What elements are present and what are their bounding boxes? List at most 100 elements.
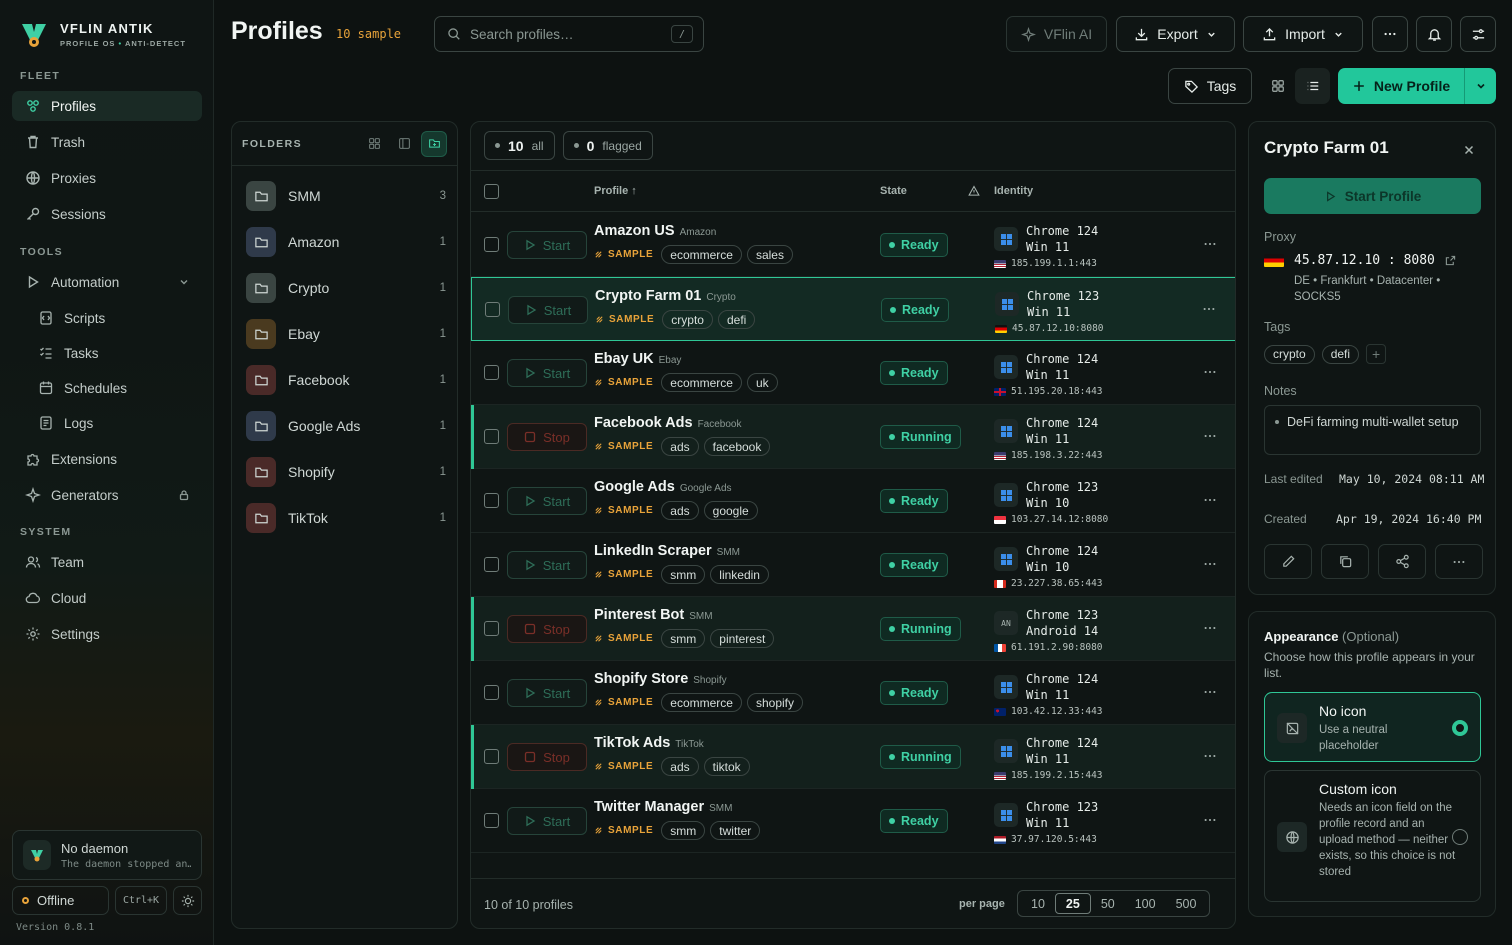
nav-settings[interactable]: Settings	[12, 619, 202, 649]
table-row[interactable]: Start Ebay UK Ebay SAMPLE ecommerce uk Ready Ch…	[471, 341, 1235, 405]
search-input[interactable]: Search profiles… /	[434, 16, 704, 52]
custom-icon-option[interactable]: Custom icon Needs an icon field on the p…	[1264, 770, 1481, 902]
row-menu-icon[interactable]	[1203, 813, 1217, 827]
share-button[interactable]	[1378, 544, 1426, 579]
nav-team[interactable]: Team	[12, 547, 202, 577]
profile-name[interactable]: Pinterest Bot SMM	[594, 607, 713, 623]
collapse-panel-button[interactable]	[391, 131, 417, 157]
proxy-value[interactable]: 45.87.12.10 : 8080	[1264, 253, 1456, 268]
nav-automation[interactable]: Automation	[12, 267, 202, 297]
export-button[interactable]: Export	[1116, 16, 1235, 52]
profile-name[interactable]: Facebook Ads Facebook	[594, 415, 742, 431]
table-row[interactable]: Stop Facebook Ads Facebook SAMPLE ads faceboo…	[471, 405, 1235, 469]
profile-tag[interactable]: smm	[661, 565, 706, 584]
nav-scripts[interactable]: Scripts	[12, 303, 202, 333]
row-menu-icon[interactable]	[1203, 365, 1217, 379]
folder-item[interactable]: Ebay 1	[246, 317, 446, 351]
start-button[interactable]: Start	[507, 487, 587, 515]
profile-name[interactable]: Shopify Store Shopify	[594, 671, 727, 687]
per-page-option[interactable]: 25	[1054, 893, 1091, 914]
brand[interactable]: VFLIN ANTIK PROFILE OS • ANTI-DETECT	[18, 18, 186, 50]
profile-name[interactable]: Ebay UK Ebay	[594, 351, 681, 367]
detail-tag[interactable]: defi	[1321, 344, 1360, 364]
more-actions-button[interactable]	[1435, 544, 1483, 579]
stop-button[interactable]: Stop	[507, 743, 587, 771]
edit-button[interactable]	[1264, 544, 1312, 579]
import-button[interactable]: Import	[1243, 16, 1363, 52]
filter-all-chip[interactable]: 10 all	[484, 131, 555, 160]
profile-tag[interactable]: linkedin	[710, 565, 769, 584]
profile-tag[interactable]: shopify	[746, 693, 803, 712]
nav-trash[interactable]: Trash	[12, 127, 202, 157]
custom-icon-radio[interactable]	[1452, 829, 1468, 845]
nav-profiles[interactable]: Profiles	[12, 91, 202, 121]
table-row[interactable]: Stop TikTok Ads TikTok SAMPLE ads tiktok Runni…	[471, 725, 1235, 789]
row-checkbox[interactable]	[484, 749, 499, 764]
profile-name[interactable]: Twitter Manager SMM	[594, 799, 732, 815]
theme-toggle-button[interactable]	[173, 886, 202, 915]
filters-button[interactable]	[1460, 16, 1496, 52]
profile-name[interactable]: Crypto Farm 01 Crypto	[595, 288, 736, 304]
table-row[interactable]: Start Crypto Farm 01 Crypto SAMPLE crypto def…	[471, 277, 1235, 341]
profile-tag[interactable]: ecommerce	[661, 245, 742, 264]
close-icon[interactable]	[1463, 144, 1475, 156]
start-profile-button[interactable]: Start Profile	[1264, 178, 1481, 214]
nav-cloud[interactable]: Cloud	[12, 583, 202, 613]
profile-tag[interactable]: smm	[661, 629, 706, 648]
row-menu-icon[interactable]	[1203, 237, 1217, 251]
select-all-checkbox[interactable]	[484, 184, 499, 199]
start-button[interactable]: Start	[507, 231, 587, 259]
list-view-button[interactable]	[1295, 68, 1330, 104]
profile-tag[interactable]: defi	[717, 310, 756, 329]
nav-generators[interactable]: Generators	[12, 480, 202, 510]
column-identity[interactable]: Identity	[994, 185, 1033, 197]
profile-tag[interactable]: ecommerce	[661, 373, 742, 392]
per-page-option[interactable]: 100	[1125, 893, 1166, 914]
connection-status-button[interactable]: Offline	[12, 886, 109, 915]
profile-name[interactable]: Amazon US Amazon	[594, 223, 716, 239]
nav-logs[interactable]: Logs	[12, 408, 202, 438]
column-profile[interactable]: Profile ↑	[594, 185, 637, 197]
table-row[interactable]: Start LinkedIn Scraper SMM SAMPLE smm linkedi…	[471, 533, 1235, 597]
row-checkbox[interactable]	[484, 365, 499, 380]
start-button[interactable]: Start	[507, 807, 587, 835]
row-menu-icon[interactable]	[1203, 493, 1217, 507]
table-row[interactable]: Start Shopify Store Shopify SAMPLE ecommerce…	[471, 661, 1235, 725]
folder-item[interactable]: Facebook 1	[246, 363, 446, 397]
stop-button[interactable]: Stop	[507, 423, 587, 451]
profile-tag[interactable]: twitter	[710, 821, 761, 840]
profile-tag[interactable]: tiktok	[703, 757, 750, 776]
row-checkbox[interactable]	[484, 557, 499, 572]
per-page-option[interactable]: 50	[1091, 893, 1125, 914]
profile-name[interactable]: TikTok Ads TikTok	[594, 735, 704, 751]
folder-item[interactable]: TikTok 1	[246, 501, 446, 535]
new-profile-button[interactable]: New Profile	[1338, 68, 1464, 104]
row-checkbox[interactable]	[484, 429, 499, 444]
profile-tag[interactable]: ecommerce	[661, 693, 742, 712]
row-checkbox[interactable]	[484, 685, 499, 700]
nav-tasks[interactable]: Tasks	[12, 338, 202, 368]
profile-name[interactable]: Google Ads Google Ads	[594, 479, 732, 495]
profile-tag[interactable]: sales	[746, 245, 793, 264]
notifications-button[interactable]	[1416, 16, 1452, 52]
table-row[interactable]: Stop Pinterest Bot SMM SAMPLE smm pinterest Ru…	[471, 597, 1235, 661]
row-menu-icon[interactable]	[1203, 685, 1217, 699]
profile-tag[interactable]: ads	[661, 757, 699, 776]
daemon-status-card[interactable]: No daemon The daemon stopped an…	[12, 830, 202, 880]
row-menu-icon[interactable]	[1203, 557, 1217, 571]
per-page-option[interactable]: 10	[1021, 893, 1055, 914]
profile-tag[interactable]: ads	[661, 501, 699, 520]
row-checkbox[interactable]	[484, 493, 499, 508]
command-palette-button[interactable]: Ctrl+K	[115, 886, 167, 915]
profile-tag[interactable]: smm	[661, 821, 706, 840]
external-link-icon[interactable]	[1445, 255, 1456, 266]
folder-item[interactable]: Shopify 1	[246, 455, 446, 489]
nav-extensions[interactable]: Extensions	[12, 444, 202, 474]
profile-tag[interactable]: crypto	[662, 310, 713, 329]
ai-button[interactable]: VFlin AI	[1006, 16, 1107, 52]
profile-tag[interactable]: uk	[746, 373, 778, 392]
nav-schedules[interactable]: Schedules	[12, 373, 202, 403]
table-row[interactable]: Start Amazon US Amazon SAMPLE ecommerce sales…	[471, 213, 1235, 277]
table-row[interactable]: Start Google Ads Google Ads SAMPLE ads google…	[471, 469, 1235, 533]
tags-button[interactable]: Tags	[1168, 68, 1252, 104]
